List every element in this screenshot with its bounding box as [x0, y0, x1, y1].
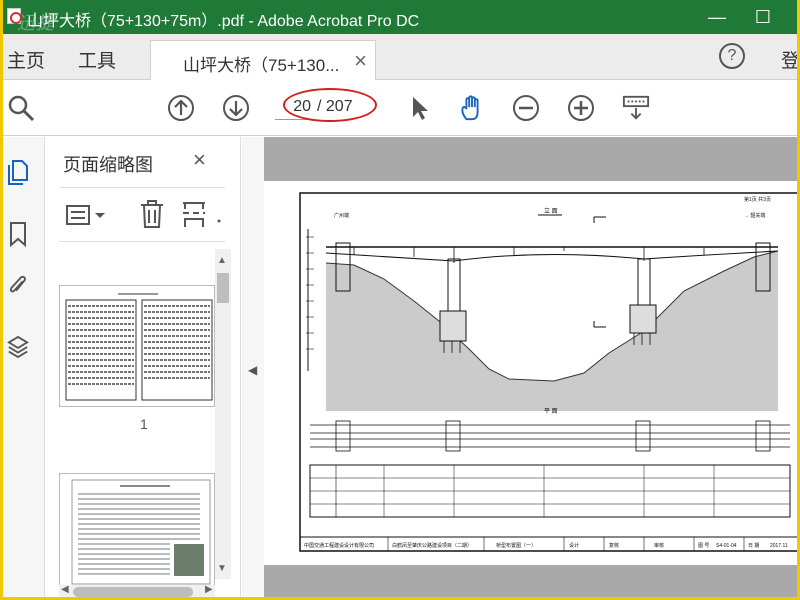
date-label: 日 期 — [748, 543, 759, 549]
title-bar: 山坪大桥（75+130+75m）.pdf - Adobe Acrobat Pro… — [3, 0, 797, 34]
company-name: 中国交通工程建设设计有限公司 — [304, 542, 374, 549]
document-page: 广州端 → 韶关端 第1页 共3页 立 面 平 面 中国交通工程建设设计有限公司… — [264, 181, 797, 565]
tab-close-button[interactable]: × — [354, 48, 367, 74]
left-rail — [3, 137, 45, 597]
sheet-label: 第1页 共3页 — [744, 196, 771, 203]
login-button[interactable]: 登 — [781, 46, 797, 73]
thumbnail-1-table — [65, 293, 213, 401]
window-title: 山坪大桥（75+130+75m）.pdf - Adobe Acrobat Pro… — [27, 13, 420, 30]
toolbar: 20 / 207 — [3, 80, 797, 136]
scroll-left-arrow[interactable]: ◀ — [61, 584, 69, 595]
left-destination-label: 广州端 — [334, 212, 349, 219]
review-label: 复核 — [609, 542, 619, 549]
delete-page-icon[interactable] — [139, 199, 165, 229]
layers-icon[interactable] — [7, 334, 29, 360]
attachment-icon[interactable] — [7, 273, 29, 299]
collapse-panel-arrow[interactable]: ◀ — [248, 363, 257, 377]
thumbnail-1-label: 1 — [140, 416, 148, 432]
thumbnail-page-1[interactable] — [59, 285, 215, 407]
bookmark-icon[interactable] — [7, 221, 29, 247]
keyboard-icon[interactable] — [622, 94, 650, 122]
tab-tools[interactable]: 工具 — [78, 46, 116, 73]
zoom-out-icon[interactable] — [512, 94, 540, 122]
project-name: 白鹤凤至肇庆公路建设项目（二期） — [392, 542, 472, 549]
thumbnail-options-icon[interactable] — [65, 203, 109, 227]
panel-collapse-strip[interactable]: ◀ — [242, 137, 264, 597]
hand-icon[interactable] — [458, 94, 486, 122]
tab-document-label: 山坪大桥（75+130... — [183, 56, 340, 75]
tab-document[interactable]: 山坪大桥（75+130... × — [150, 40, 376, 80]
drawing-no: S4-01-04 — [716, 543, 737, 549]
panel-divider — [59, 187, 225, 188]
right-destination-label: → 韶关端 — [744, 212, 765, 219]
date-value: 2017.11 — [770, 543, 788, 549]
panel-close-button[interactable]: × — [193, 147, 206, 173]
scroll-up-arrow[interactable]: ▲ — [217, 255, 227, 266]
help-button[interactable]: ? — [719, 43, 745, 69]
scroll-right-arrow[interactable]: ▶ — [205, 584, 213, 595]
drawing-no-label: 图 号 — [698, 543, 709, 549]
scroll-down-arrow[interactable]: ▼ — [217, 563, 227, 574]
elevation-label: 立 面 — [544, 207, 558, 215]
thumbnails-vertical-scrollbar[interactable]: ▲ ▼ — [215, 249, 231, 579]
tab-bar: 主页 工具 山坪大桥（75+130... × ? 登 — [3, 34, 797, 80]
insert-page-icon[interactable] — [181, 199, 221, 229]
thumbnails-panel: 页面缩略图 × 1 ▲ ▼ ◀ ▶ — [45, 137, 241, 597]
tab-home[interactable]: 主页 — [7, 46, 45, 73]
approve-label: 审核 — [654, 542, 664, 549]
drawing-title: 桥型布置图（一） — [496, 542, 536, 549]
maximize-button[interactable]: ☐ — [743, 6, 783, 28]
hscroll-thumb[interactable] — [73, 587, 193, 597]
panel-toolbar-divider — [59, 241, 225, 242]
scroll-thumb[interactable] — [217, 273, 229, 303]
minimize-button[interactable]: — — [697, 6, 737, 28]
document-viewer[interactable]: 广州端 → 韶关端 第1页 共3页 立 面 平 面 中国交通工程建设设计有限公司… — [264, 137, 797, 597]
panel-title: 页面缩略图 — [63, 155, 153, 175]
plan-label: 平 面 — [544, 408, 558, 415]
thumbnail-page-2[interactable] — [59, 473, 215, 585]
thumbnails-horizontal-scrollbar[interactable]: ◀ ▶ — [59, 584, 215, 597]
zoom-in-icon[interactable] — [567, 94, 595, 122]
search-icon[interactable] — [7, 94, 35, 122]
page-up-icon[interactable] — [167, 94, 195, 122]
select-arrow-icon[interactable] — [405, 94, 433, 122]
page-down-icon[interactable] — [222, 94, 250, 122]
watermark: 迅捷 — [17, 13, 55, 33]
red-annotation-circle — [283, 88, 377, 122]
design-label: 设计 — [569, 542, 579, 549]
thumbnail-2-text — [71, 479, 211, 585]
app-window: 山坪大桥（75+130+75m）.pdf - Adobe Acrobat Pro… — [0, 0, 800, 600]
bridge-drawing: 广州端 → 韶关端 第1页 共3页 立 面 平 面 中国交通工程建设设计有限公司… — [299, 192, 797, 552]
page-thumbnails-icon[interactable] — [7, 159, 29, 185]
